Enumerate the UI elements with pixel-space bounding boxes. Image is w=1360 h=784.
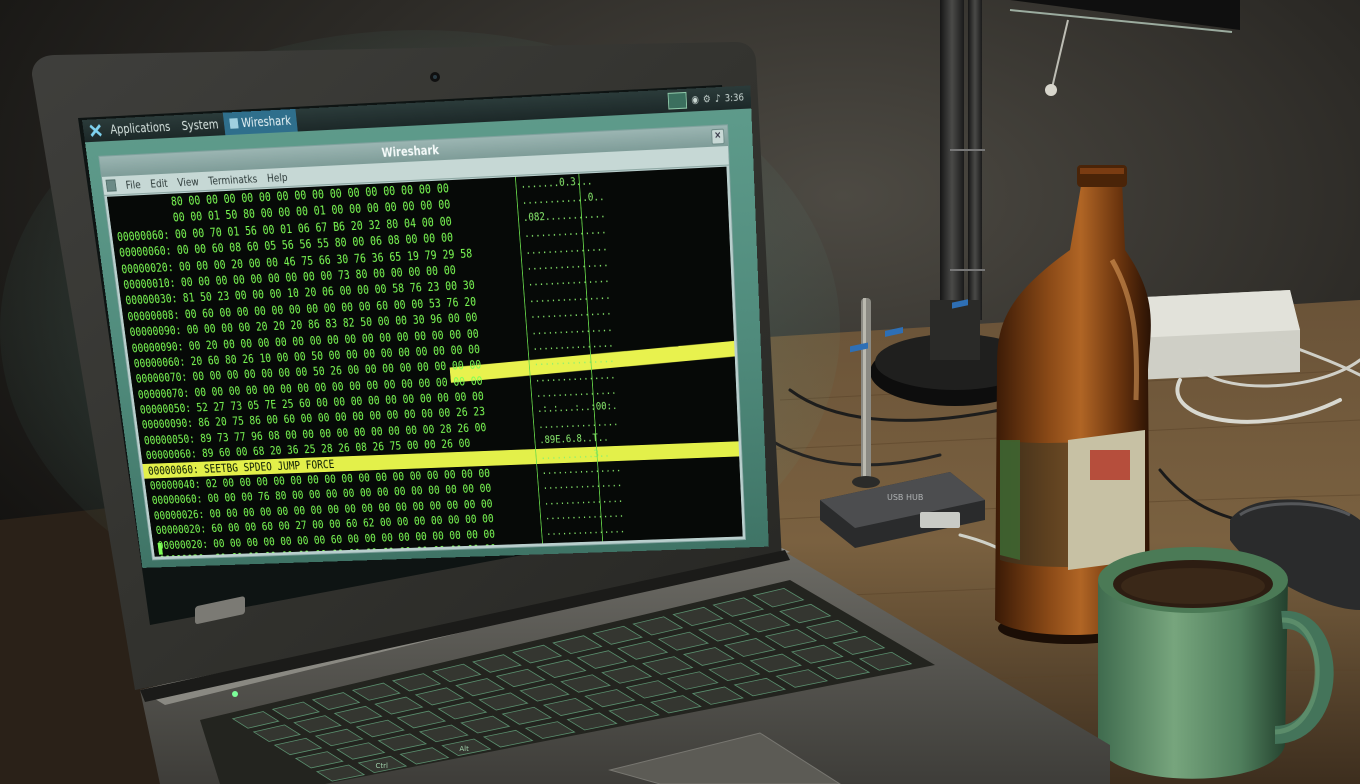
- key-label: Alt: [459, 745, 469, 753]
- network-icon[interactable]: ◉: [691, 94, 699, 106]
- close-icon[interactable]: ×: [711, 129, 724, 145]
- system-menu[interactable]: System: [175, 113, 226, 138]
- task-wireshark-label: Wireshark: [241, 113, 292, 130]
- clock: 3:36: [724, 92, 744, 104]
- terminal-hexdump[interactable]: 80 00 00 00 00 00 00 00 00 00 00 00 00 0…: [107, 167, 743, 557]
- system-tray: ◉ ⚙ ♪ 3:36: [668, 86, 745, 113]
- menu-edit[interactable]: Edit: [145, 176, 174, 190]
- key-label: Ctrl: [375, 762, 388, 770]
- laptop-screen: Applications System Wireshark ◉ ⚙ ♪ 3:36…: [82, 85, 769, 567]
- wireshark-window: Wireshark × File Edit View Terminatks He…: [98, 124, 746, 560]
- usb-hub-label: USB HUB: [887, 493, 923, 502]
- white-box: [1125, 290, 1300, 380]
- wireshark-task-icon: [229, 118, 238, 129]
- applications-menu[interactable]: Applications: [103, 115, 177, 141]
- menu-view[interactable]: View: [172, 174, 205, 189]
- window-menu-icon[interactable]: [106, 179, 117, 191]
- row-offset: 00000030:: [159, 551, 211, 556]
- row-ascii: ...............: [547, 537, 627, 555]
- hexdump-rows: 80 00 00 00 00 00 00 00 00 00 00 00 00 0…: [107, 167, 743, 557]
- row-hex: 60 00 00 00 00 00 00 00 00 00 00 00 00 0…: [216, 556, 498, 557]
- settings-icon[interactable]: ⚙: [703, 93, 711, 105]
- distro-logo-icon[interactable]: [89, 123, 102, 138]
- menu-terminatks[interactable]: Terminatks: [203, 172, 263, 188]
- menu-file[interactable]: File: [120, 177, 146, 191]
- volume-icon[interactable]: ♪: [715, 93, 721, 105]
- workspace-switcher[interactable]: [668, 92, 688, 110]
- menu-help[interactable]: Help: [261, 170, 293, 185]
- window-title: Wireshark: [381, 143, 440, 160]
- task-wireshark[interactable]: Wireshark: [223, 109, 298, 135]
